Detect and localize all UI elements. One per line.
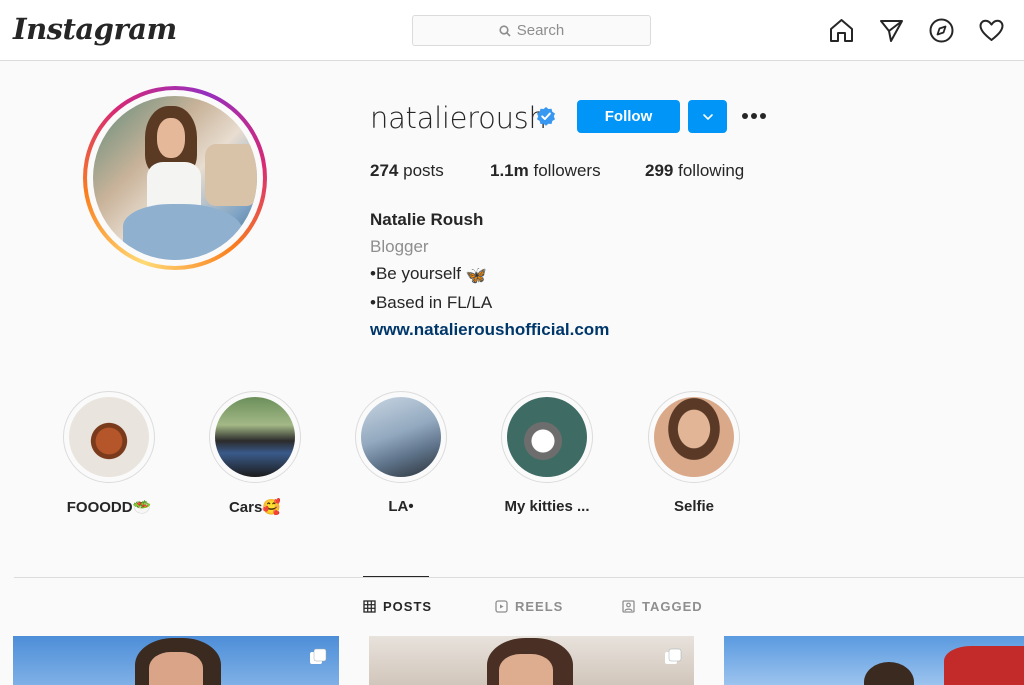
top-navigation-bar: Instagram Search [0,0,1024,61]
profile-avatar [93,96,257,260]
avatar-detail [123,204,243,260]
post-thumbnail[interactable] [369,636,694,685]
direct-icon[interactable] [878,17,905,44]
highlight-ring [209,391,301,483]
post-thumbnail[interactable] [724,636,1024,685]
highlight-cover [69,397,149,477]
highlight-emoji: 🥗 [132,499,152,516]
tab-tagged-label: TAGGED [642,599,703,614]
verified-badge-icon [537,107,555,126]
following-stat[interactable]: 299 following [645,161,744,181]
avatar-detail [147,162,201,210]
tab-reels-label: REELS [515,599,564,614]
avatar-detail [205,144,257,206]
highlight-label-text: LA• [388,498,414,515]
highlight-item[interactable]: LA• [355,391,447,515]
avatar-ring-gap [87,90,263,266]
highlight-item[interactable]: Selfie [648,391,740,515]
highlight-label-text: FOOODD [66,499,133,516]
multiple-photos-icon [665,648,682,664]
profile-avatar-story-ring[interactable] [83,86,267,270]
highlight-label: LA• [388,498,413,515]
follow-button[interactable]: Follow [577,100,680,133]
chevron-down-icon [702,113,713,120]
highlight-label: My kitties ... [504,498,589,515]
highlight-label: Cars🥰 [229,498,281,516]
highlight-ring [501,391,593,483]
avatar-detail [157,118,185,158]
profile-full-name: Natalie Roush [370,210,484,229]
more-options-icon[interactable] [740,103,768,129]
multiple-photos-icon [310,648,327,664]
highlight-ring [648,391,740,483]
highlight-cover [215,397,295,477]
posts-count: 274 [370,161,399,180]
post-detail [499,654,553,685]
search-icon [499,24,511,37]
instagram-logo[interactable]: Instagram [13,12,177,46]
highlight-label-text: My kitties ... [504,498,590,515]
bio-line: •Based in FL/LA [370,293,493,312]
more-dot [742,113,748,119]
followers-stat[interactable]: 1.1m followers [490,161,601,181]
post-detail [944,646,1024,685]
highlight-cover [361,397,441,477]
profile-category: Blogger [370,237,429,256]
highlight-label-text: Selfie [673,498,715,515]
highlight-label: FOOODD🥗 [67,498,152,516]
home-icon[interactable] [828,17,855,44]
tab-posts[interactable]: POSTS [363,599,432,614]
tagged-icon [622,600,635,613]
grid-icon [363,600,376,613]
highlight-cover [507,397,587,477]
butterfly-emoji: 🦋 [465,266,487,285]
search-input[interactable]: Search [412,15,651,46]
highlight-ring [355,391,447,483]
highlight-item[interactable]: Cars🥰 [209,391,301,516]
highlight-emoji: 🥰 [262,499,282,516]
nav-icons [828,17,1005,44]
reels-icon [495,600,508,613]
activity-heart-icon[interactable] [978,17,1005,44]
highlight-item[interactable]: My kitties ... [501,391,593,515]
search-placeholder: Search [516,22,565,39]
followers-count: 1.1m [490,161,529,180]
bio-line: •Be yourself 🦋 [370,260,609,289]
bio-line-text: •Be yourself [370,264,461,283]
tabs-divider [14,577,1024,578]
highlight-item[interactable]: FOOODD🥗 [63,391,155,516]
post-detail [149,652,203,685]
tab-reels[interactable]: REELS [495,599,563,614]
tab-posts-label: POSTS [383,599,433,614]
profile-username: natalieroush [370,101,547,135]
profile-bio: Natalie Roush Blogger •Be yourself 🦋 •Ba… [370,206,609,343]
following-count: 299 [645,161,674,180]
tab-tagged[interactable]: TAGGED [622,599,703,614]
highlight-label: Selfie [674,498,714,515]
following-label: following [678,161,745,180]
post-detail [864,662,914,685]
explore-icon[interactable] [928,17,955,44]
highlight-cover [654,397,734,477]
followers-label: followers [533,161,601,180]
posts-stat: 274 posts [370,161,444,181]
post-thumbnail[interactable] [13,636,339,685]
more-dot [760,113,766,119]
posts-grid [0,636,1024,685]
posts-label: posts [403,161,444,180]
story-highlights: FOOODD🥗 Cars🥰 LA• My kitties ... Selfie [0,391,1024,521]
more-dot [751,113,757,119]
profile-website-link[interactable]: www.natalieroushofficial.com [370,320,609,339]
active-tab-indicator [363,576,429,577]
highlight-ring [63,391,155,483]
highlight-label-text: Cars [228,499,263,516]
suggested-accounts-button[interactable] [688,100,727,133]
